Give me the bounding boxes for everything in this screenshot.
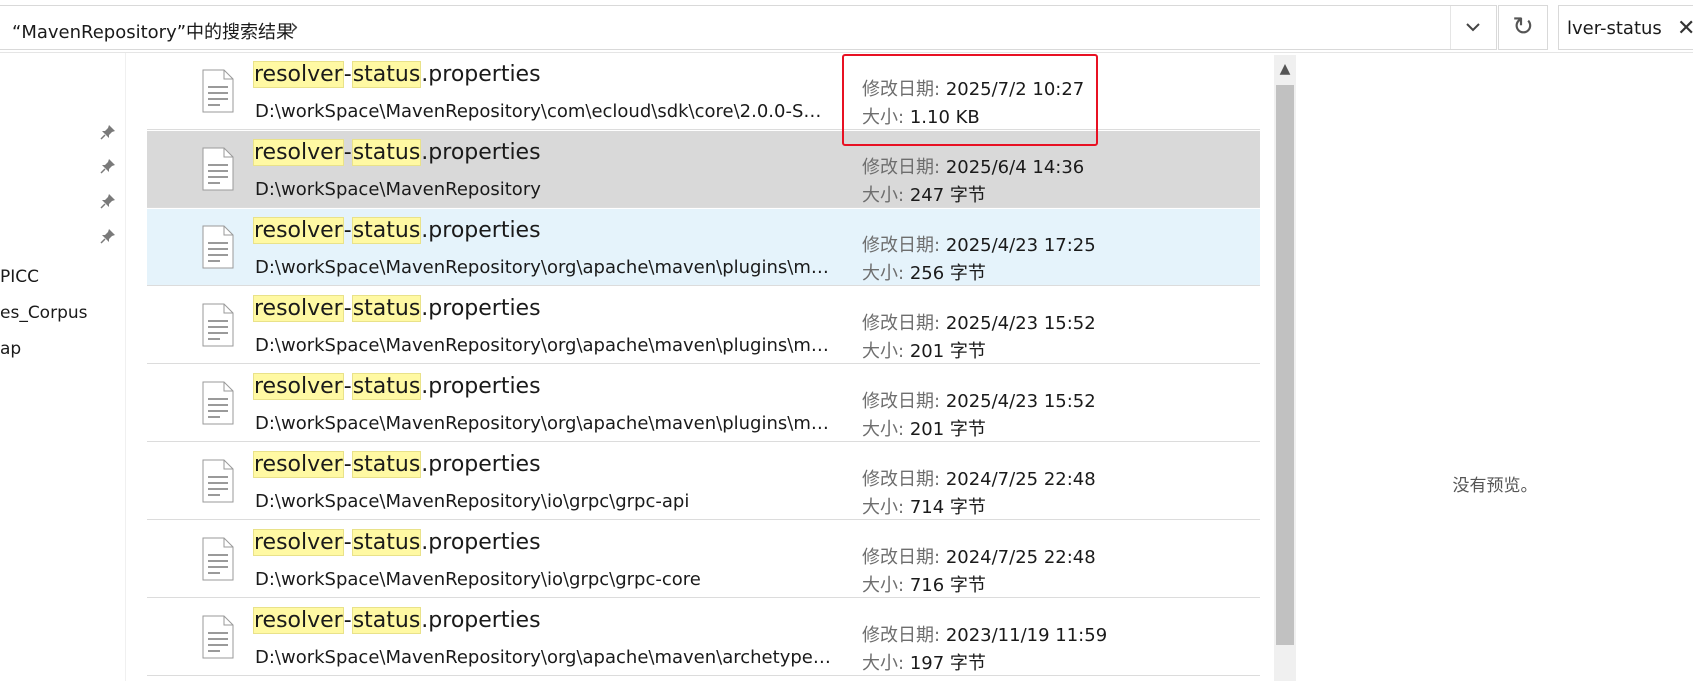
file-size: 大小: 716 字节 xyxy=(862,575,986,596)
file-path: D:\workSpace\MavenRepository\com\ecloud\… xyxy=(255,101,833,122)
close-icon[interactable]: ✕ xyxy=(1677,16,1693,41)
result-row[interactable]: resolver-status.properties D:\workSpace\… xyxy=(147,599,1260,676)
search-results-list: resolver-status.properties D:\workSpace\… xyxy=(147,53,1260,681)
text-file-icon xyxy=(202,69,234,113)
search-input[interactable]: lver-status xyxy=(1567,18,1662,39)
file-path: D:\workSpace\MavenRepository xyxy=(255,179,541,200)
file-path: D:\workSpace\MavenRepository\io\grpc\grp… xyxy=(255,491,690,512)
text-file-icon xyxy=(202,303,234,347)
nav-item[interactable]: PICC xyxy=(0,267,110,287)
breadcrumb-location[interactable]: “MavenRepository”中的搜索结果 xyxy=(12,18,294,44)
result-row[interactable]: resolver-status.properties D:\workSpace\… xyxy=(147,443,1260,520)
modified-date: 修改日期: 2023/11/19 11:59 xyxy=(862,625,1108,646)
modified-date: 修改日期: 2025/7/2 10:27 xyxy=(862,79,1085,100)
file-name[interactable]: resolver-status.properties xyxy=(253,295,541,322)
text-file-icon xyxy=(202,147,234,191)
result-row[interactable]: resolver-status.properties D:\workSpace\… xyxy=(147,53,1260,130)
result-row-hover[interactable]: resolver-status.properties D:\workSpace\… xyxy=(147,209,1260,286)
navigation-pane: PICC es_Corpus ap xyxy=(0,53,126,681)
nav-item[interactable]: es_Corpus xyxy=(0,303,110,323)
file-name[interactable]: resolver-status.properties xyxy=(253,61,541,88)
modified-date: 修改日期: 2025/4/23 15:52 xyxy=(862,391,1096,412)
text-file-icon xyxy=(202,537,234,581)
pin-icon[interactable] xyxy=(100,158,116,174)
file-name[interactable]: resolver-status.properties xyxy=(253,139,541,166)
scroll-up-icon[interactable]: ▲ xyxy=(1274,55,1296,83)
file-name[interactable]: resolver-status.properties xyxy=(253,529,541,556)
nav-item[interactable]: ap xyxy=(0,339,110,359)
chevron-down-icon xyxy=(1466,23,1480,32)
refresh-button[interactable]: ↻ xyxy=(1498,5,1548,50)
modified-date: 修改日期: 2024/7/25 22:48 xyxy=(862,547,1096,568)
result-row[interactable]: resolver-status.properties D:\workSpace\… xyxy=(147,365,1260,442)
modified-date: 修改日期: 2025/4/23 17:25 xyxy=(862,235,1096,256)
file-size: 大小: 201 字节 xyxy=(862,419,986,440)
file-name[interactable]: resolver-status.properties xyxy=(253,451,541,478)
text-file-icon xyxy=(202,381,234,425)
file-path: D:\workSpace\MavenRepository\org\apache\… xyxy=(255,413,833,434)
file-path: D:\workSpace\MavenRepository\org\apache\… xyxy=(255,257,833,278)
file-size: 大小: 1.10 KB xyxy=(862,107,980,128)
file-size: 大小: 197 字节 xyxy=(862,653,986,674)
modified-date: 修改日期: 2025/6/4 14:36 xyxy=(862,157,1085,178)
pin-icon[interactable] xyxy=(100,228,116,244)
chevron-right-icon[interactable]: › xyxy=(290,15,299,40)
file-size: 大小: 247 字节 xyxy=(862,185,986,206)
result-row[interactable]: resolver-status.properties D:\workSpace\… xyxy=(147,521,1260,598)
address-bar[interactable]: “MavenRepository”中的搜索结果 › xyxy=(0,5,1497,50)
file-path: D:\workSpace\MavenRepository\io\grpc\grp… xyxy=(255,569,701,590)
scroll-thumb[interactable] xyxy=(1276,85,1294,645)
file-size: 大小: 256 字节 xyxy=(862,263,986,284)
preview-pane: 没有预览。 xyxy=(1297,53,1693,681)
text-file-icon xyxy=(202,225,234,269)
refresh-icon: ↻ xyxy=(1512,12,1534,42)
modified-date: 修改日期: 2025/4/23 15:52 xyxy=(862,313,1096,334)
file-name[interactable]: resolver-status.properties xyxy=(253,373,541,400)
file-path: D:\workSpace\MavenRepository\org\apache\… xyxy=(255,335,833,356)
pin-icon[interactable] xyxy=(100,193,116,209)
no-preview-text: 没有预览。 xyxy=(1452,476,1538,496)
address-history-button[interactable] xyxy=(1450,6,1494,49)
vertical-scrollbar[interactable]: ▲ xyxy=(1274,55,1296,681)
search-box[interactable]: lver-status ✕ xyxy=(1558,5,1693,50)
top-bar: “MavenRepository”中的搜索结果 › ↻ lver-status … xyxy=(0,0,1693,53)
file-name[interactable]: resolver-status.properties xyxy=(253,607,541,634)
file-size: 大小: 714 字节 xyxy=(862,497,986,518)
file-path: D:\workSpace\MavenRepository\org\apache\… xyxy=(255,647,833,668)
file-name[interactable]: resolver-status.properties xyxy=(253,217,541,244)
text-file-icon xyxy=(202,615,234,659)
file-size: 大小: 201 字节 xyxy=(862,341,986,362)
result-row[interactable]: resolver-status.properties D:\workSpace\… xyxy=(147,287,1260,364)
text-file-icon xyxy=(202,459,234,503)
pin-icon[interactable] xyxy=(100,124,116,140)
result-row-selected[interactable]: resolver-status.properties D:\workSpace\… xyxy=(147,131,1260,208)
modified-date: 修改日期: 2024/7/25 22:48 xyxy=(862,469,1096,490)
